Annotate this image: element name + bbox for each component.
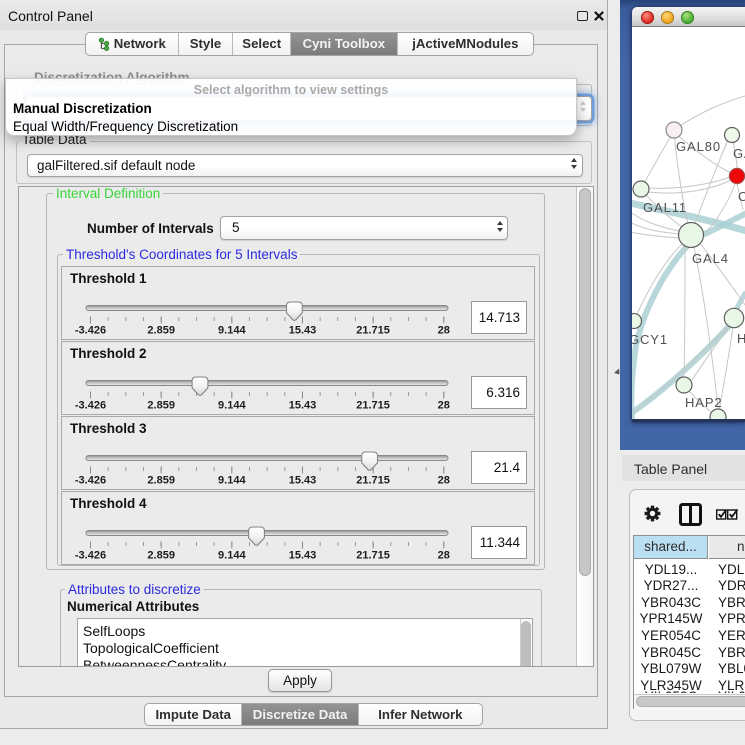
svg-text:C: C (738, 189, 745, 204)
svg-text:-3.426: -3.426 (75, 400, 106, 412)
svg-text:9.144: 9.144 (218, 325, 246, 337)
svg-text:15.43: 15.43 (289, 550, 317, 562)
svg-text:15.43: 15.43 (289, 325, 317, 337)
svg-text:15.43: 15.43 (289, 400, 317, 412)
svg-text:-3.426: -3.426 (75, 475, 106, 487)
svg-text:2.859: 2.859 (147, 325, 175, 337)
svg-text:GA: GA (733, 146, 745, 161)
svg-text:15.43: 15.43 (289, 475, 317, 487)
svg-text:2.859: 2.859 (147, 550, 175, 562)
svg-text:-3.426: -3.426 (75, 550, 106, 562)
svg-text:HAP2: HAP2 (685, 395, 723, 410)
svg-text:21.715: 21.715 (356, 550, 390, 562)
svg-text:21.715: 21.715 (356, 400, 390, 412)
svg-text:2.859: 2.859 (147, 475, 175, 487)
svg-text:28: 28 (438, 325, 450, 337)
svg-text:28: 28 (438, 475, 450, 487)
svg-text:21.715: 21.715 (356, 475, 390, 487)
svg-text:-3.426: -3.426 (75, 325, 106, 337)
svg-text:2.859: 2.859 (147, 400, 175, 412)
svg-text:GAL4: GAL4 (692, 251, 729, 266)
svg-text:28: 28 (438, 550, 450, 562)
svg-text:GAL11: GAL11 (643, 200, 687, 215)
svg-text:GAL80: GAL80 (676, 139, 721, 154)
svg-text:GCY1: GCY1 (632, 332, 668, 347)
svg-text:9.144: 9.144 (218, 475, 246, 487)
svg-text:9.144: 9.144 (218, 400, 246, 412)
svg-text:21.715: 21.715 (356, 325, 390, 337)
svg-text:28: 28 (438, 400, 450, 412)
svg-text:9.144: 9.144 (218, 550, 246, 562)
svg-text:H: H (737, 331, 745, 346)
